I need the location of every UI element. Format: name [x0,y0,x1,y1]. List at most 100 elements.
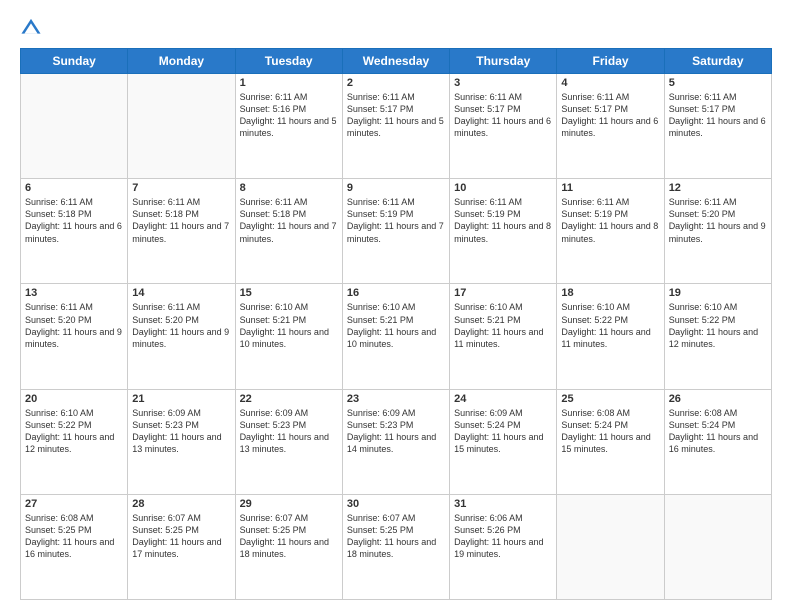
day-info: Sunrise: 6:07 AM Sunset: 5:25 PM Dayligh… [132,512,230,561]
day-cell: 21 Sunrise: 6:09 AM Sunset: 5:23 PM Dayli… [128,389,235,494]
day-info: Sunrise: 6:11 AM Sunset: 5:18 PM Dayligh… [132,196,230,245]
day-cell: 23 Sunrise: 6:09 AM Sunset: 5:23 PM Dayli… [342,389,449,494]
day-info: Sunrise: 6:11 AM Sunset: 5:20 PM Dayligh… [132,301,230,350]
day-number: 23 [347,393,445,405]
day-info: Sunrise: 6:11 AM Sunset: 5:17 PM Dayligh… [669,91,767,140]
day-cell: 24 Sunrise: 6:09 AM Sunset: 5:24 PM Dayli… [450,389,557,494]
day-number: 26 [669,393,767,405]
day-info: Sunrise: 6:10 AM Sunset: 5:21 PM Dayligh… [454,301,552,350]
day-number: 7 [132,182,230,194]
day-number: 13 [25,287,123,299]
day-info: Sunrise: 6:09 AM Sunset: 5:23 PM Dayligh… [132,407,230,456]
day-info: Sunrise: 6:08 AM Sunset: 5:24 PM Dayligh… [669,407,767,456]
day-info: Sunrise: 6:11 AM Sunset: 5:20 PM Dayligh… [669,196,767,245]
day-info: Sunrise: 6:07 AM Sunset: 5:25 PM Dayligh… [347,512,445,561]
day-info: Sunrise: 6:11 AM Sunset: 5:16 PM Dayligh… [240,91,338,140]
day-cell: 9 Sunrise: 6:11 AM Sunset: 5:19 PM Daylig… [342,179,449,284]
weekday-header-friday: Friday [557,49,664,74]
logo [20,16,46,38]
day-number: 4 [561,77,659,89]
day-cell [664,494,771,599]
day-number: 15 [240,287,338,299]
day-number: 8 [240,182,338,194]
day-number: 18 [561,287,659,299]
day-info: Sunrise: 6:10 AM Sunset: 5:21 PM Dayligh… [240,301,338,350]
day-cell: 19 Sunrise: 6:10 AM Sunset: 5:22 PM Dayli… [664,284,771,389]
day-cell: 18 Sunrise: 6:10 AM Sunset: 5:22 PM Dayli… [557,284,664,389]
day-info: Sunrise: 6:11 AM Sunset: 5:18 PM Dayligh… [240,196,338,245]
weekday-header-thursday: Thursday [450,49,557,74]
day-cell: 31 Sunrise: 6:06 AM Sunset: 5:26 PM Dayli… [450,494,557,599]
day-info: Sunrise: 6:08 AM Sunset: 5:24 PM Dayligh… [561,407,659,456]
week-row-2: 6 Sunrise: 6:11 AM Sunset: 5:18 PM Daylig… [21,179,772,284]
weekday-header-monday: Monday [128,49,235,74]
day-cell: 11 Sunrise: 6:11 AM Sunset: 5:19 PM Dayli… [557,179,664,284]
day-cell: 29 Sunrise: 6:07 AM Sunset: 5:25 PM Dayli… [235,494,342,599]
header [20,16,772,38]
day-number: 21 [132,393,230,405]
page: SundayMondayTuesdayWednesdayThursdayFrid… [0,0,792,612]
day-info: Sunrise: 6:11 AM Sunset: 5:17 PM Dayligh… [454,91,552,140]
day-number: 31 [454,498,552,510]
day-info: Sunrise: 6:11 AM Sunset: 5:17 PM Dayligh… [561,91,659,140]
day-number: 30 [347,498,445,510]
day-number: 22 [240,393,338,405]
day-number: 6 [25,182,123,194]
day-cell: 12 Sunrise: 6:11 AM Sunset: 5:20 PM Dayli… [664,179,771,284]
day-number: 25 [561,393,659,405]
day-info: Sunrise: 6:11 AM Sunset: 5:18 PM Dayligh… [25,196,123,245]
weekday-header-sunday: Sunday [21,49,128,74]
day-number: 16 [347,287,445,299]
day-number: 24 [454,393,552,405]
day-number: 29 [240,498,338,510]
day-info: Sunrise: 6:08 AM Sunset: 5:25 PM Dayligh… [25,512,123,561]
calendar-table: SundayMondayTuesdayWednesdayThursdayFrid… [20,48,772,600]
day-number: 12 [669,182,767,194]
day-info: Sunrise: 6:09 AM Sunset: 5:23 PM Dayligh… [347,407,445,456]
day-cell: 22 Sunrise: 6:09 AM Sunset: 5:23 PM Dayli… [235,389,342,494]
day-info: Sunrise: 6:09 AM Sunset: 5:24 PM Dayligh… [454,407,552,456]
day-info: Sunrise: 6:11 AM Sunset: 5:20 PM Dayligh… [25,301,123,350]
day-cell: 16 Sunrise: 6:10 AM Sunset: 5:21 PM Dayli… [342,284,449,389]
logo-icon [20,16,42,38]
day-cell: 26 Sunrise: 6:08 AM Sunset: 5:24 PM Dayli… [664,389,771,494]
day-cell: 17 Sunrise: 6:10 AM Sunset: 5:21 PM Dayli… [450,284,557,389]
day-info: Sunrise: 6:10 AM Sunset: 5:21 PM Dayligh… [347,301,445,350]
day-cell: 2Sunrise: 6:11 AM Sunset: 5:17 PM Daylig… [342,74,449,179]
day-number: 11 [561,182,659,194]
weekday-header-saturday: Saturday [664,49,771,74]
day-cell: 30 Sunrise: 6:07 AM Sunset: 5:25 PM Dayli… [342,494,449,599]
day-cell: 13 Sunrise: 6:11 AM Sunset: 5:20 PM Dayli… [21,284,128,389]
day-number: 10 [454,182,552,194]
day-cell: 14 Sunrise: 6:11 AM Sunset: 5:20 PM Dayli… [128,284,235,389]
day-number: 20 [25,393,123,405]
day-info: Sunrise: 6:11 AM Sunset: 5:19 PM Dayligh… [347,196,445,245]
day-info: Sunrise: 6:06 AM Sunset: 5:26 PM Dayligh… [454,512,552,561]
day-info: Sunrise: 6:07 AM Sunset: 5:25 PM Dayligh… [240,512,338,561]
day-cell: 25 Sunrise: 6:08 AM Sunset: 5:24 PM Dayli… [557,389,664,494]
day-number: 19 [669,287,767,299]
weekday-header-wednesday: Wednesday [342,49,449,74]
day-number: 14 [132,287,230,299]
day-cell: 15 Sunrise: 6:10 AM Sunset: 5:21 PM Dayli… [235,284,342,389]
day-number: 2 [347,77,445,89]
week-row-4: 20 Sunrise: 6:10 AM Sunset: 5:22 PM Dayli… [21,389,772,494]
day-number: 17 [454,287,552,299]
week-row-1: 1Sunrise: 6:11 AM Sunset: 5:16 PM Daylig… [21,74,772,179]
day-cell: 20 Sunrise: 6:10 AM Sunset: 5:22 PM Dayli… [21,389,128,494]
day-cell [557,494,664,599]
weekday-header-tuesday: Tuesday [235,49,342,74]
day-cell: 3Sunrise: 6:11 AM Sunset: 5:17 PM Daylig… [450,74,557,179]
day-number: 28 [132,498,230,510]
day-info: Sunrise: 6:11 AM Sunset: 5:19 PM Dayligh… [561,196,659,245]
day-cell: 6 Sunrise: 6:11 AM Sunset: 5:18 PM Daylig… [21,179,128,284]
day-info: Sunrise: 6:10 AM Sunset: 5:22 PM Dayligh… [561,301,659,350]
day-number: 5 [669,77,767,89]
weekday-header-row: SundayMondayTuesdayWednesdayThursdayFrid… [21,49,772,74]
day-info: Sunrise: 6:10 AM Sunset: 5:22 PM Dayligh… [669,301,767,350]
day-cell: 8 Sunrise: 6:11 AM Sunset: 5:18 PM Daylig… [235,179,342,284]
day-cell [21,74,128,179]
day-number: 9 [347,182,445,194]
day-info: Sunrise: 6:09 AM Sunset: 5:23 PM Dayligh… [240,407,338,456]
day-info: Sunrise: 6:10 AM Sunset: 5:22 PM Dayligh… [25,407,123,456]
